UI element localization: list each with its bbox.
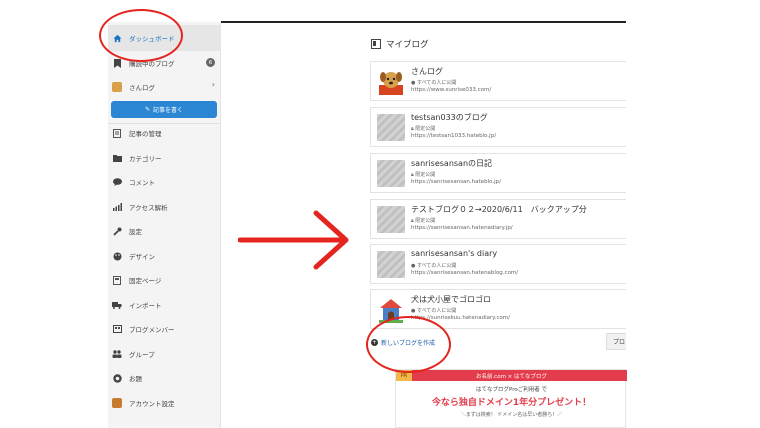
annotation-arrow-icon	[238, 210, 349, 270]
visibility-text: 限定公開	[415, 218, 436, 224]
page-icon	[112, 275, 122, 285]
blog-name[interactable]: testsan033のブログ	[411, 112, 488, 123]
promo-banner[interactable]: お名前.com × はてなブログ PR はてなブログProご利用者 で 今なら独…	[395, 369, 627, 428]
page-title-text: マイブログ	[386, 40, 429, 50]
sidebar-item-fixed-pages[interactable]: 固定ページ	[108, 268, 221, 292]
sidebar-item-categories[interactable]: カテゴリー	[108, 146, 221, 170]
palette-icon	[112, 251, 122, 261]
blog-card[interactable]: sanrisesansanの日記 🔒︎ 限定公開 https://sanrise…	[370, 153, 626, 193]
annotation-circle-new-blog	[366, 316, 451, 373]
sidebar-item-label: さんログ	[129, 84, 155, 92]
blog-visibility: ● すべての人に公開	[411, 262, 456, 269]
blog-name[interactable]: さんログ	[411, 66, 443, 77]
banner-headline: 今なら独自ドメイン1年分プレゼント！	[431, 398, 592, 408]
sidebar-item-comments[interactable]: コメント	[108, 170, 221, 194]
sidebar-item-account[interactable]: アカウント設定	[108, 391, 221, 415]
sidebar-item-members[interactable]: ブログメンバー	[108, 317, 221, 341]
annotation-circle-dashboard	[99, 9, 183, 62]
blog-name[interactable]: 犬は犬小屋でゴロゴロ	[411, 294, 491, 305]
document-icon	[112, 128, 122, 138]
blog-list-icon	[371, 39, 381, 49]
banner-header: お名前.com × はてなブログ	[396, 370, 627, 381]
dog-avatar-icon	[112, 82, 122, 92]
blog-url[interactable]: https://sanrisesansan.hatenablog.com/	[411, 270, 518, 276]
edit-icon: ✎	[144, 106, 150, 113]
blog-visibility: ● すべての人に公開	[411, 307, 456, 314]
page-title: マイブログ	[371, 37, 429, 51]
sidebar-item-design[interactable]: デザイン	[108, 244, 221, 268]
subscription-count-badge: 6	[206, 58, 215, 67]
sidebar-item-sanlog[interactable]: さんログ ›	[108, 75, 221, 99]
blog-thumbnail-placeholder	[377, 114, 405, 141]
visibility-text: すべての人に公開	[416, 308, 457, 314]
sidebar-item-label: お題	[129, 375, 142, 383]
blog-url[interactable]: https://sanrisesansan.hateblo.jp/	[411, 179, 501, 185]
sidebar-item-label: アクセス解析	[129, 204, 168, 212]
sidebar-item-label: 記事の管理	[129, 130, 162, 138]
sidebar-item-label: カテゴリー	[129, 155, 162, 163]
sidebar-item-articles[interactable]: 記事の管理	[108, 121, 221, 145]
blog-thumbnail-placeholder	[377, 206, 405, 233]
truck-icon	[112, 300, 122, 310]
bar-chart-icon	[112, 202, 122, 212]
blog-url[interactable]: https://sanrisesansan.hatenadiary.jp/	[411, 225, 513, 231]
blog-visibility: 🔒︎ 限定公開	[411, 217, 435, 224]
odai-icon	[112, 373, 122, 383]
sidebar-item-label: コメント	[129, 179, 155, 187]
comment-icon	[112, 177, 122, 187]
pro-button[interactable]: プロ	[606, 333, 626, 350]
blog-card[interactable]: テストブログ０２→2020/6/11 バックアップ分 🔒︎ 限定公開 https…	[370, 199, 626, 239]
blog-name[interactable]: テストブログ０２→2020/6/11 バックアップ分	[411, 204, 587, 215]
visibility-text: 限定公開	[415, 172, 436, 178]
banner-footnote: ＼まずは検索！ ドメイン名は早い者勝ち！／	[460, 412, 563, 418]
blog-thumbnail-placeholder	[377, 160, 405, 187]
group-icon	[112, 349, 122, 359]
chevron-right-icon: ›	[211, 80, 215, 89]
blog-visibility: ● すべての人に公開	[411, 79, 456, 86]
visibility-text: すべての人に公開	[416, 80, 457, 86]
wrench-icon	[112, 226, 122, 236]
sidebar-item-label: グループ	[129, 351, 155, 359]
bookmark-icon	[112, 58, 122, 68]
banner-header-text: お名前.com × はてなブログ	[475, 373, 548, 380]
blog-url[interactable]: https://testsan1033.hateblo.jp/	[411, 133, 496, 139]
blog-visibility: 🔒︎ 限定公開	[411, 171, 435, 178]
folder-icon	[112, 153, 122, 163]
blog-card[interactable]: さんログ ● すべての人に公開 https://www.sunrise033.c…	[370, 61, 626, 101]
sidebar-item-label: デザイン	[129, 253, 155, 261]
members-icon	[112, 324, 122, 334]
sidebar: ダッシュボード 購読中のブログ 6 さんログ › ✎ 記事を書く 記事の管理 カ…	[108, 22, 221, 428]
sidebar-item-label: 固定ページ	[129, 277, 162, 285]
sidebar-item-settings[interactable]: 設定	[108, 219, 221, 243]
sidebar-item-analytics[interactable]: アクセス解析	[108, 195, 221, 219]
blog-thumbnail-dog	[377, 68, 405, 95]
sidebar-item-label: ブログメンバー	[129, 326, 175, 334]
blog-card[interactable]: testsan033のブログ 🔒︎ 限定公開 https://testsan10…	[370, 107, 626, 147]
pro-button-label: プロ	[613, 339, 626, 346]
sidebar-item-label: インポート	[129, 302, 162, 310]
header-rule	[221, 21, 626, 23]
sidebar-item-import[interactable]: インポート	[108, 293, 221, 317]
screenshot: ダッシュボード 購読中のブログ 6 さんログ › ✎ 記事を書く 記事の管理 カ…	[0, 0, 760, 428]
blog-url[interactable]: https://www.sunrise033.com/	[411, 87, 491, 93]
account-icon	[112, 398, 122, 408]
blog-card[interactable]: sanrisesansan's diary ● すべての人に公開 https:/…	[370, 244, 626, 284]
blog-visibility: 🔒︎ 限定公開	[411, 125, 435, 132]
sidebar-item-label: 設定	[129, 228, 142, 236]
visibility-text: 限定公開	[415, 126, 436, 132]
blog-name[interactable]: sanrisesansan's diary	[411, 249, 497, 258]
blog-thumbnail-placeholder	[377, 251, 405, 278]
sidebar-item-groups[interactable]: グループ	[108, 342, 221, 366]
sidebar-item-label: アカウント設定	[129, 400, 175, 408]
write-article-button[interactable]: ✎ 記事を書く	[111, 101, 217, 118]
visibility-text: すべての人に公開	[416, 263, 457, 269]
blog-name[interactable]: sanrisesansanの日記	[411, 158, 492, 169]
sidebar-item-odai[interactable]: お題	[108, 366, 221, 390]
banner-subtext: はてなブログProご利用者 で	[476, 387, 547, 393]
write-article-label: 記事を書く	[153, 107, 184, 114]
